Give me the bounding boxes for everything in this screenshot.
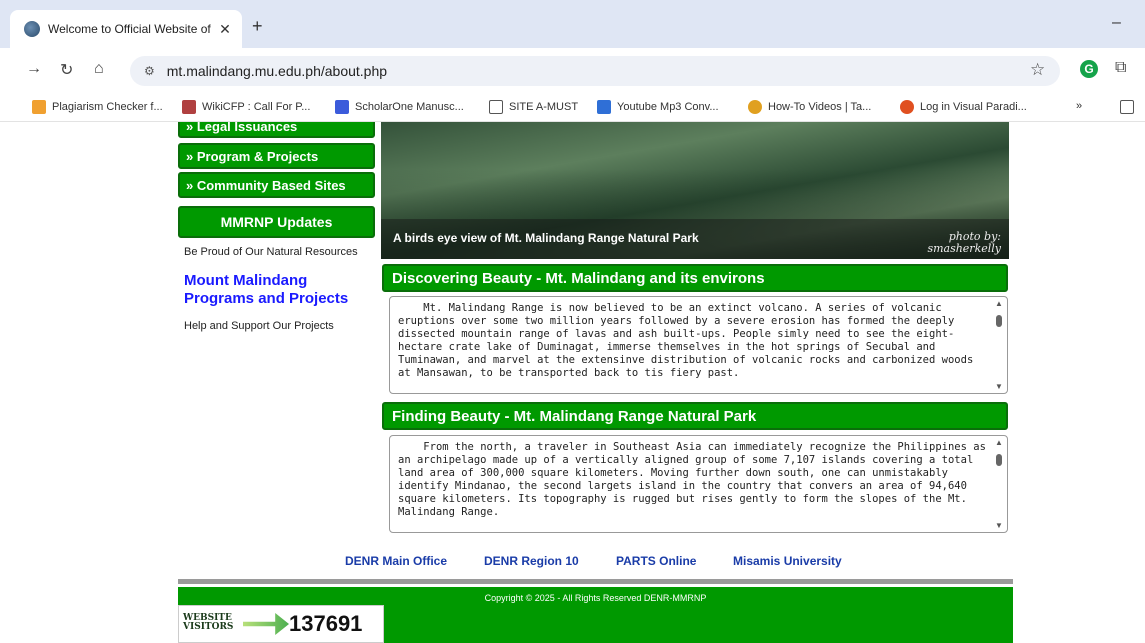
address-bar[interactable]: ⚙ mt.malindang.mu.edu.ph/about.php [130, 56, 1060, 86]
folder-icon [489, 100, 503, 114]
bookmark-folder[interactable]: SITE A-MUST [489, 100, 578, 114]
site-settings-icon[interactable]: ⚙ [144, 64, 155, 78]
photo-credit: photo by: smasherkelly [927, 230, 1001, 255]
address-bar-url: mt.malindang.mu.edu.ph/about.php [166, 63, 388, 79]
bookmark-favicon-icon [182, 100, 196, 114]
visitor-counter: WEBSITE VISITORS 137691 [178, 605, 384, 643]
section-body: Mt. Malindang Range is now believed to b… [398, 302, 980, 379]
bookmark-favicon-icon [748, 100, 762, 114]
footer-link-misamis[interactable]: Misamis University [733, 554, 842, 568]
new-tab-button[interactable]: + [252, 16, 263, 37]
scroll-thumb[interactable] [996, 454, 1002, 466]
bookmark-item[interactable]: How-To Videos | Ta... [748, 100, 871, 114]
section-title-finding: Finding Beauty - Mt. Malindang Range Nat… [382, 402, 1008, 430]
sidebar-item-community-sites[interactable]: » Community Based Sites [178, 172, 375, 198]
counter-arrow-icon [243, 613, 289, 635]
scroll-down-icon[interactable]: ▼ [995, 382, 1003, 391]
reload-icon[interactable]: ↻ [60, 60, 73, 80]
bookmark-item[interactable]: ScholarOne Manusc... [335, 100, 464, 114]
proud-link[interactable]: Be Proud of Our Natural Resources [184, 246, 358, 258]
tab-title: Welcome to Official Website of [48, 22, 211, 36]
scrollbar[interactable]: ▲ ▼ [993, 438, 1005, 530]
forward-arrow-icon[interactable]: → [26, 60, 42, 78]
bookmark-favicon-icon [335, 100, 349, 114]
scrollbar[interactable]: ▲ ▼ [993, 299, 1005, 391]
footer-link-denr-region[interactable]: DENR Region 10 [484, 554, 579, 568]
hero-caption: A birds eye view of Mt. Malindang Range … [393, 231, 699, 245]
extensions-puzzle-icon[interactable]: ⧉ [1115, 59, 1126, 77]
scroll-up-icon[interactable]: ▲ [995, 438, 1003, 447]
updates-heading: MMRNP Updates [178, 206, 375, 238]
minimize-window-button[interactable]: – [1112, 14, 1121, 32]
bookmark-favicon-icon [597, 100, 611, 114]
footer-link-parts[interactable]: PARTS Online [616, 554, 696, 568]
section-textarea-discovering[interactable]: Mt. Malindang Range is now believed to b… [389, 296, 1008, 394]
close-tab-icon[interactable]: ✕ [214, 21, 236, 38]
sidebar-item-legal-issuances[interactable]: » Legal Issuances [178, 122, 375, 138]
visitor-counter-label: WEBSITE VISITORS [183, 613, 234, 632]
section-body: From the north, a traveler in Southeast … [398, 441, 993, 518]
home-icon[interactable]: ⌂ [94, 60, 104, 78]
bookmark-item[interactable]: Log in Visual Paradi... [900, 100, 1027, 114]
footer-divider [178, 579, 1013, 584]
help-link[interactable]: Help and Support Our Projects [184, 320, 334, 332]
bookmark-item[interactable]: WikiCFP : Call For P... [182, 100, 310, 114]
bookmark-favicon-icon [32, 100, 46, 114]
bookmarks-more-button[interactable]: » [1076, 100, 1082, 112]
bookmarks-bar: Plagiarism Checker f... WikiCFP : Call F… [0, 92, 1145, 122]
site-favicon-icon [24, 21, 40, 37]
web-page: » Legal Issuances » Program & Projects »… [0, 122, 1145, 643]
bookmark-star-icon[interactable]: ☆ [1030, 60, 1045, 80]
visitor-count: 137691 [289, 611, 363, 636]
grammarly-extension-icon[interactable]: G [1080, 60, 1098, 78]
scroll-up-icon[interactable]: ▲ [995, 299, 1003, 308]
section-textarea-finding[interactable]: From the north, a traveler in Southeast … [389, 435, 1008, 533]
hero-image: A birds eye view of Mt. Malindang Range … [381, 122, 1009, 259]
scroll-down-icon[interactable]: ▼ [995, 521, 1003, 530]
programs-link[interactable]: Mount Malindang Programs and Projects [184, 272, 374, 308]
folder-icon [1120, 100, 1134, 114]
bookmark-favicon-icon [900, 100, 914, 114]
copyright-text: Copyright © 2025 - All Rights Reserved D… [484, 593, 707, 603]
browser-tab[interactable]: Welcome to Official Website of ✕ [10, 10, 242, 48]
footer-link-denr-main[interactable]: DENR Main Office [345, 554, 447, 568]
section-title-discovering: Discovering Beauty - Mt. Malindang and i… [382, 264, 1008, 292]
scroll-thumb[interactable] [996, 315, 1002, 327]
bookmark-item[interactable]: Youtube Mp3 Conv... [597, 100, 719, 114]
bookmark-item[interactable]: Plagiarism Checker f... [32, 100, 163, 114]
other-bookmarks-folder[interactable] [1120, 100, 1140, 114]
sidebar-item-program-projects[interactable]: » Program & Projects [178, 143, 375, 169]
